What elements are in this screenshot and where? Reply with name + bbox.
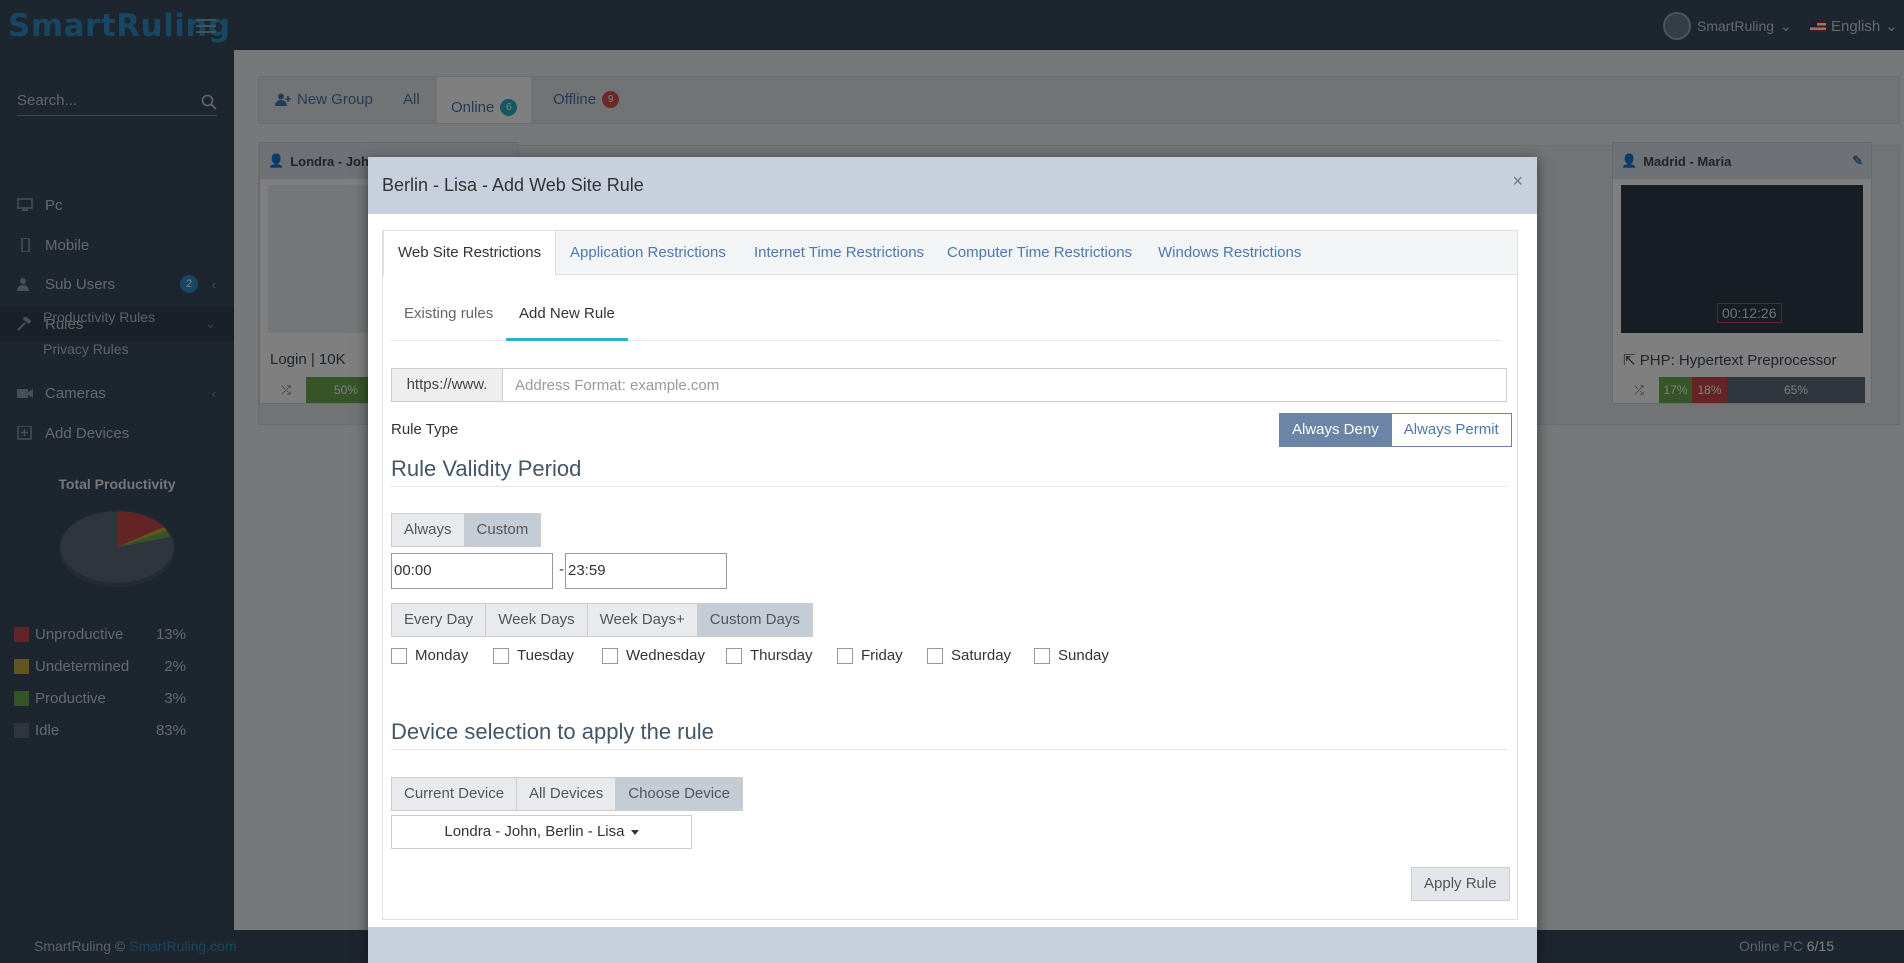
- url-input-group: https://www.: [391, 368, 1507, 402]
- day-label: Tuesday: [517, 647, 574, 664]
- day-wednesday[interactable]: Wednesday: [602, 647, 705, 664]
- week-days-plus-button[interactable]: Week Days+: [587, 603, 698, 637]
- thursday-checkbox[interactable]: [726, 647, 742, 664]
- website-address-input[interactable]: [503, 369, 1506, 401]
- device-select-value: Londra - John, Berlin - Lisa: [444, 823, 625, 840]
- apply-rule-button[interactable]: Apply Rule: [1411, 867, 1510, 901]
- wednesday-checkbox[interactable]: [602, 647, 618, 664]
- day-thursday[interactable]: Thursday: [726, 647, 813, 664]
- time-to-input[interactable]: 23:59: [565, 553, 727, 589]
- tuesday-checkbox[interactable]: [493, 647, 509, 664]
- custom-days-button[interactable]: Custom Days: [697, 603, 813, 637]
- tab-existing-rules[interactable]: Existing rules: [391, 295, 506, 341]
- day-mode-toggle: Every Day Week Days Week Days+ Custom Da…: [391, 603, 813, 637]
- day-friday[interactable]: Friday: [837, 647, 903, 664]
- time-separator: -: [559, 561, 564, 578]
- close-icon[interactable]: ×: [1512, 171, 1523, 192]
- rule-type-label: Rule Type: [391, 421, 459, 438]
- rule-validity-heading: Rule Validity Period: [391, 456, 1507, 487]
- device-multiselect[interactable]: Londra - John, Berlin - Lisa: [391, 815, 692, 849]
- rule-subtabs: Existing rules Add New Rule: [391, 295, 1501, 341]
- every-day-button[interactable]: Every Day: [391, 603, 487, 637]
- custom-button[interactable]: Custom: [464, 513, 542, 547]
- day-monday[interactable]: Monday: [391, 647, 468, 664]
- current-device-button[interactable]: Current Device: [391, 777, 518, 811]
- modal-title: Berlin - Lisa - Add Web Site Rule: [382, 175, 644, 195]
- tab-computer-time-restrictions[interactable]: Computer Time Restrictions: [933, 231, 1146, 275]
- tab-web-site-restrictions[interactable]: Web Site Restrictions: [383, 231, 557, 276]
- url-prefix: https://www.: [392, 369, 503, 401]
- caret-down-icon: [630, 829, 639, 835]
- friday-checkbox[interactable]: [837, 647, 853, 664]
- modal-footer: [368, 927, 1537, 963]
- device-mode-toggle: Current Device All Devices Choose Device: [391, 777, 743, 811]
- day-label: Sunday: [1058, 647, 1109, 664]
- day-label: Wednesday: [626, 647, 705, 664]
- period-toggle: Always Custom: [391, 513, 542, 547]
- day-label: Thursday: [750, 647, 813, 664]
- sunday-checkbox[interactable]: [1034, 647, 1050, 664]
- day-label: Saturday: [951, 647, 1012, 664]
- tab-internet-time-restrictions[interactable]: Internet Time Restrictions: [740, 231, 938, 275]
- tab-add-new-rule[interactable]: Add New Rule: [506, 295, 628, 341]
- day-label: Monday: [415, 647, 469, 664]
- device-selection-heading: Device selection to apply the rule: [391, 719, 1507, 750]
- always-deny-button[interactable]: Always Deny: [1279, 413, 1392, 447]
- all-devices-button[interactable]: All Devices: [517, 777, 617, 811]
- always-button[interactable]: Always: [391, 513, 465, 547]
- time-from-input[interactable]: 00:00: [391, 553, 553, 589]
- modal-body: Web Site Restrictions Application Restri…: [382, 230, 1518, 920]
- choose-device-button[interactable]: Choose Device: [616, 777, 743, 811]
- tab-windows-restrictions[interactable]: Windows Restrictions: [1144, 231, 1315, 275]
- add-web-site-rule-modal: Berlin - Lisa - Add Web Site Rule × Web …: [368, 157, 1537, 963]
- day-saturday[interactable]: Saturday: [927, 647, 1011, 664]
- tab-application-restrictions[interactable]: Application Restrictions: [556, 231, 740, 275]
- week-days-button[interactable]: Week Days: [486, 603, 588, 637]
- rule-type-toggle: Always Deny Always Permit: [1279, 413, 1512, 447]
- monday-checkbox[interactable]: [391, 647, 407, 664]
- day-tuesday[interactable]: Tuesday: [493, 647, 574, 664]
- saturday-checkbox[interactable]: [927, 647, 943, 664]
- day-sunday[interactable]: Sunday: [1034, 647, 1109, 664]
- day-label: Friday: [861, 647, 903, 664]
- restriction-tabs: Web Site Restrictions Application Restri…: [383, 231, 1517, 276]
- always-permit-button[interactable]: Always Permit: [1391, 413, 1512, 447]
- modal-header: Berlin - Lisa - Add Web Site Rule ×: [368, 157, 1537, 214]
